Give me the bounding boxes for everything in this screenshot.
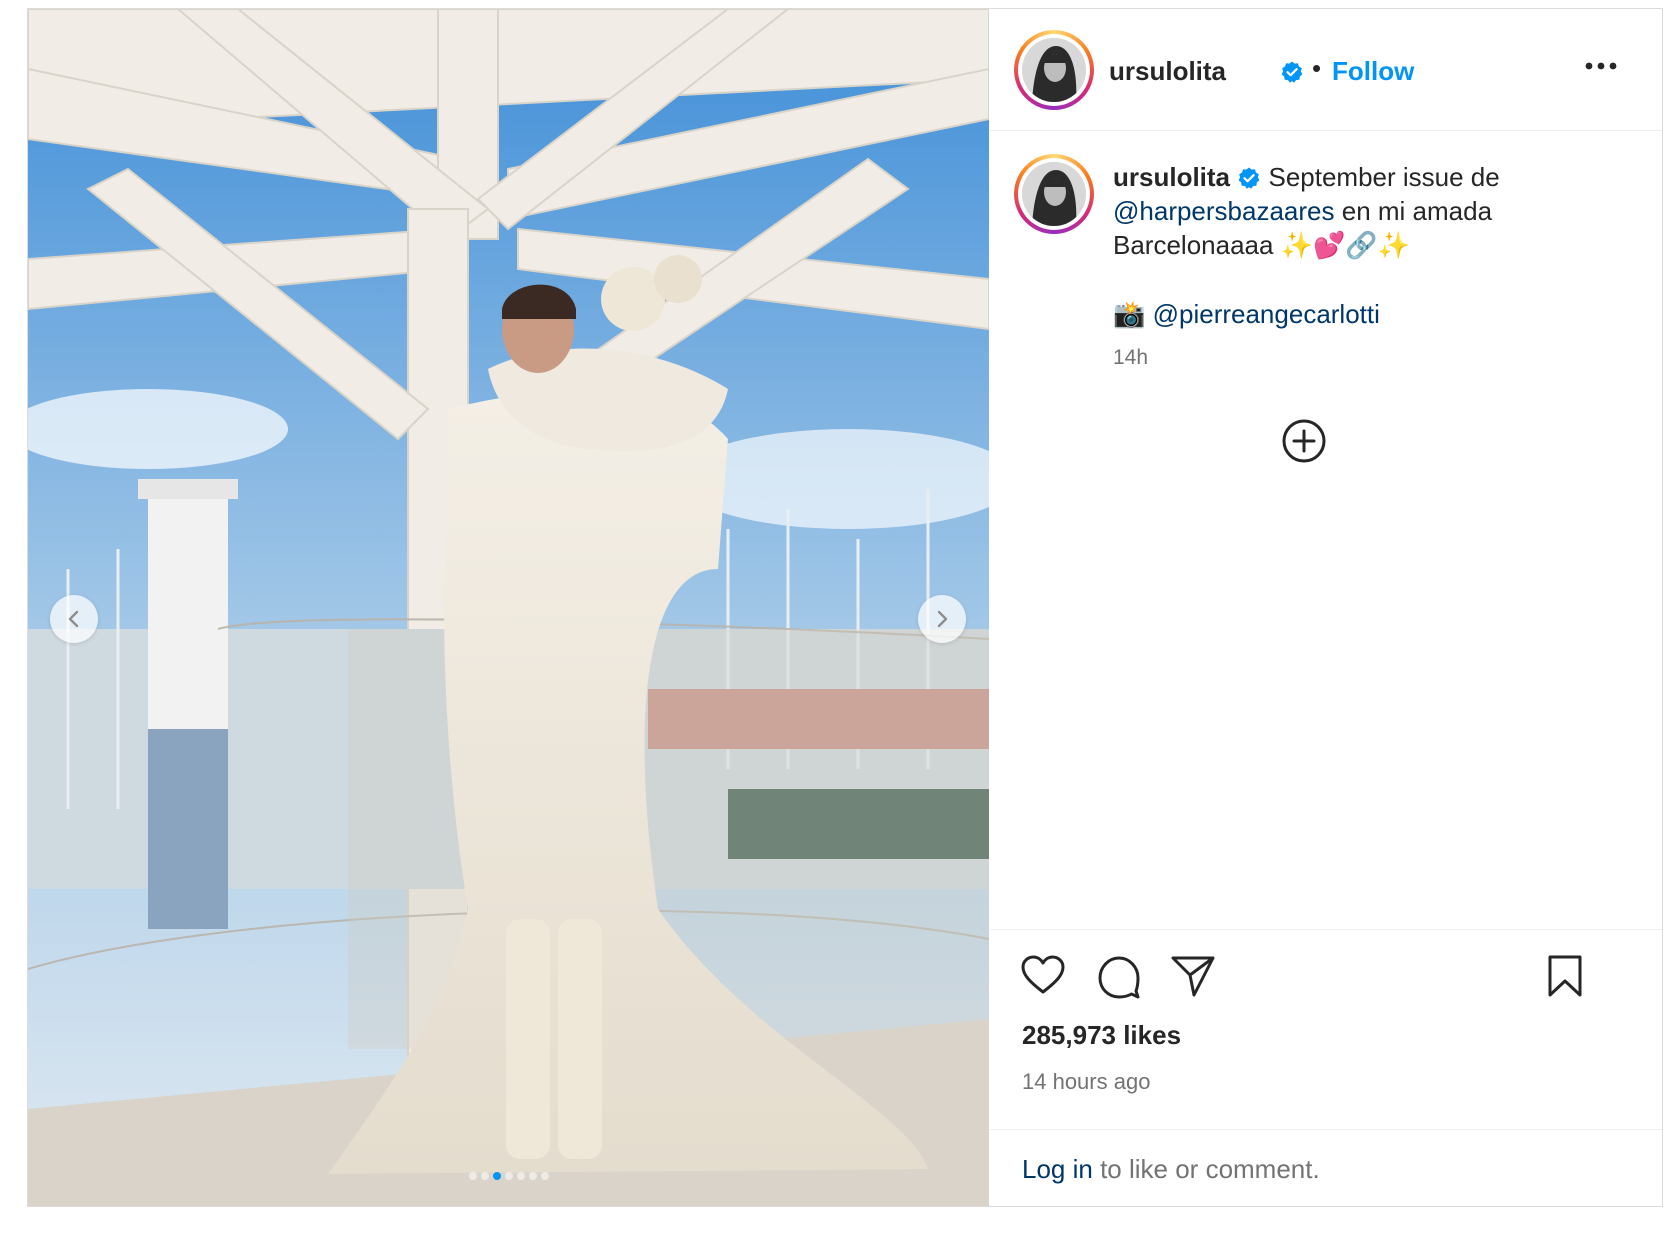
likes-count[interactable]: 285,973 likes xyxy=(1022,1020,1181,1051)
author-username[interactable]: ursulolita xyxy=(1109,56,1226,87)
caption-line-3: Barcelonaaaa ✨💕🔗✨ xyxy=(1113,230,1411,260)
caption-line-2: en mi amada xyxy=(1341,196,1493,226)
instagram-post: ursulolita • Follow ursulolita September… xyxy=(27,8,1663,1207)
chevron-left-icon xyxy=(68,610,79,628)
photo-credit: 📸 @pierreangecarlotti xyxy=(1113,297,1380,331)
verified-badge-icon xyxy=(1281,61,1303,83)
camera-emoji: 📸 xyxy=(1113,299,1146,329)
carousel-dot-active xyxy=(492,1172,501,1180)
carousel-next-button[interactable] xyxy=(918,595,966,643)
post-time[interactable]: 14 hours ago xyxy=(1022,1069,1150,1095)
post-header: ursulolita • Follow xyxy=(990,9,1662,131)
post-actions: 285,973 likes 14 hours ago Log in to lik… xyxy=(990,929,1662,1206)
bookmark-icon[interactable] xyxy=(1546,954,1584,998)
credit-mention-link[interactable]: @pierreangecarlotti xyxy=(1153,299,1380,329)
login-prompt-text: to like or comment. xyxy=(1100,1154,1320,1184)
plus-circle-icon[interactable] xyxy=(1281,418,1327,464)
carousel-indicator xyxy=(28,1172,989,1180)
carousel-dot xyxy=(540,1172,549,1180)
post-details-panel: ursulolita • Follow ursulolita September… xyxy=(990,9,1662,1206)
verified-badge-icon xyxy=(1238,167,1260,189)
caption-timestamp[interactable]: 14h xyxy=(1113,346,1148,370)
caption-avatar[interactable] xyxy=(1014,154,1094,234)
login-prompt: Log in to like or comment. xyxy=(990,1129,1662,1207)
carousel-dot xyxy=(528,1172,537,1180)
carousel-dot xyxy=(516,1172,525,1180)
header-separator: • xyxy=(1312,53,1322,83)
carousel-dot xyxy=(480,1172,489,1180)
login-link[interactable]: Log in xyxy=(1022,1154,1093,1184)
caption-line-1: September issue de xyxy=(1268,162,1500,192)
profile-photo xyxy=(1022,162,1086,226)
follow-button[interactable]: Follow xyxy=(1332,56,1414,87)
post-photo xyxy=(28,9,989,1206)
carousel-prev-button[interactable] xyxy=(50,595,98,643)
chevron-right-icon xyxy=(937,610,948,628)
avatar[interactable] xyxy=(1014,30,1094,110)
heart-icon[interactable] xyxy=(1020,954,1066,996)
mention-link[interactable]: @harpersbazaares xyxy=(1113,196,1335,226)
carousel-dot xyxy=(504,1172,513,1180)
carousel-dot xyxy=(468,1172,477,1180)
caption-section: ursulolita September issue de @harpersba… xyxy=(990,132,1662,928)
comment-icon[interactable] xyxy=(1096,954,1142,1000)
profile-photo xyxy=(1022,38,1086,102)
caption-text: ursulolita September issue de @harpersba… xyxy=(1113,160,1633,262)
caption-username[interactable]: ursulolita xyxy=(1113,162,1230,192)
send-icon[interactable] xyxy=(1170,954,1216,998)
post-media[interactable] xyxy=(28,9,989,1206)
more-horizontal-icon[interactable] xyxy=(1584,61,1618,71)
